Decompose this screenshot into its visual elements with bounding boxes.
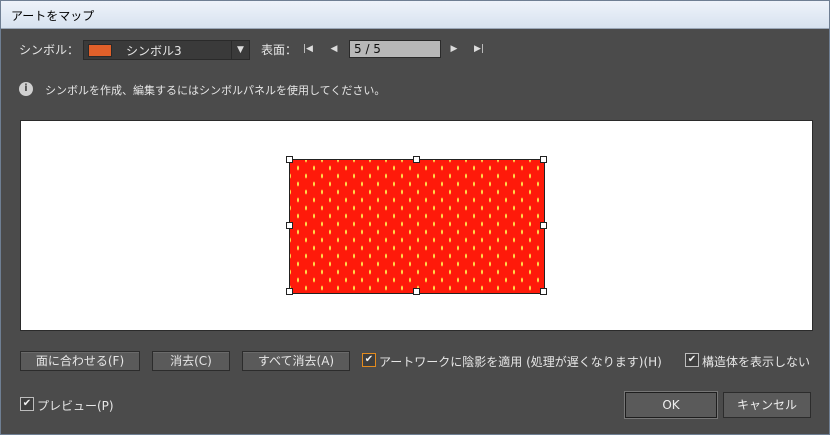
preview-canvas[interactable] bbox=[20, 120, 813, 331]
selection-handle[interactable] bbox=[540, 222, 547, 229]
selection-handle[interactable] bbox=[540, 156, 547, 163]
title-bar: アートをマップ bbox=[1, 1, 829, 29]
symbol-swatch bbox=[88, 44, 112, 57]
hide-geometry-checkbox[interactable]: ✔ bbox=[685, 353, 699, 367]
preview-checkbox[interactable]: ✔ bbox=[20, 397, 34, 411]
surface-label: 表面： bbox=[261, 43, 298, 57]
selection-handle[interactable] bbox=[413, 288, 420, 295]
shade-artwork-checkbox[interactable]: ✔ bbox=[362, 353, 376, 367]
shade-artwork-label: アートワークに陰影を適用 (処理が遅くなります)(H) bbox=[379, 355, 662, 369]
cancel-button[interactable]: キャンセル bbox=[723, 392, 811, 418]
selection-handle[interactable] bbox=[540, 288, 547, 295]
clear-button[interactable]: 消去(C) bbox=[152, 351, 230, 371]
window-title: アートをマップ bbox=[11, 9, 95, 23]
info-text: シンボルを作成、編集するにはシンボルパネルを使用してください。 bbox=[45, 84, 386, 97]
info-icon: i bbox=[19, 82, 33, 96]
first-surface-icon[interactable]: |◀ bbox=[301, 42, 315, 56]
surface-input[interactable]: 5 / 5 bbox=[349, 40, 441, 58]
clear-all-button[interactable]: すべて消去(A) bbox=[242, 351, 350, 371]
fit-to-surface-button[interactable]: 面に合わせる(F) bbox=[20, 351, 140, 371]
ok-button[interactable]: OK bbox=[624, 391, 718, 419]
hide-geometry-label: 構造体を表示しない bbox=[702, 355, 811, 369]
preview-label: プレビュー(P) bbox=[37, 399, 114, 413]
chevron-down-icon[interactable]: ▼ bbox=[231, 41, 249, 59]
last-surface-icon[interactable]: ▶| bbox=[472, 42, 486, 56]
map-art-dialog: アートをマップ シンボル： シンボル3 ▼ 表面： |◀ ◀ 5 / 5 ▶ ▶… bbox=[0, 0, 830, 435]
symbol-selected: シンボル3 bbox=[126, 44, 182, 58]
mapped-symbol-art[interactable] bbox=[289, 159, 545, 294]
selection-handle[interactable] bbox=[413, 156, 420, 163]
previous-surface-icon[interactable]: ◀ bbox=[327, 42, 341, 56]
selection-handle[interactable] bbox=[286, 156, 293, 163]
selection-handle[interactable] bbox=[286, 288, 293, 295]
selection-handle[interactable] bbox=[286, 222, 293, 229]
symbol-label: シンボル： bbox=[19, 43, 80, 57]
next-surface-icon[interactable]: ▶ bbox=[447, 42, 461, 56]
symbol-dropdown[interactable]: シンボル3 ▼ bbox=[83, 40, 250, 60]
